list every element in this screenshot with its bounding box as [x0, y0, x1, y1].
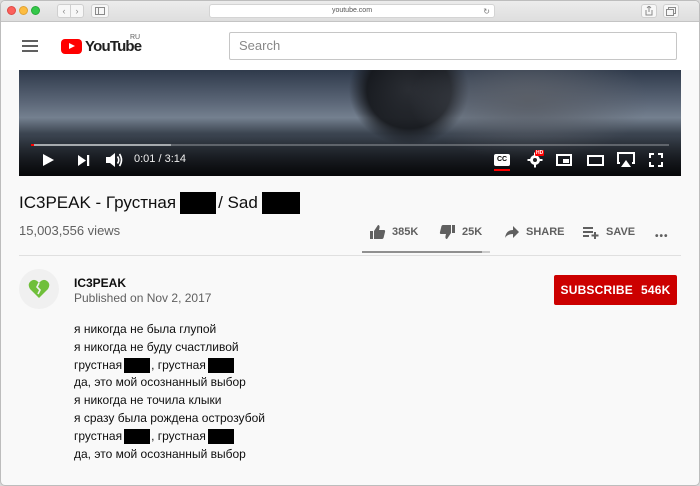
like-count: 385K [392, 226, 419, 238]
captions-button[interactable]: CC [494, 154, 510, 166]
airplay-icon[interactable] [617, 152, 635, 168]
save-button[interactable]: SAVE [583, 223, 635, 241]
description-line: я никогда не буду счастливой [74, 339, 265, 357]
share-label: SHARE [526, 226, 565, 238]
redaction-block [124, 429, 151, 445]
sentiment-like-fill [362, 251, 483, 253]
youtube-play-logo-icon [61, 38, 82, 54]
description-text: я никогда не точила клыки [74, 393, 222, 408]
forward-button[interactable]: › [70, 4, 84, 18]
address-bar[interactable]: youtube.com ↻ [209, 4, 495, 18]
subscribe-button[interactable]: SUBSCRIBE 546K [554, 275, 677, 305]
description-text: я никогда не была глупой [74, 322, 217, 336]
address-url: youtube.com [331, 7, 373, 14]
chevron-left-icon: ‹ [62, 6, 66, 16]
progress-played [31, 144, 35, 146]
share-arrow-icon [505, 226, 519, 238]
divider [19, 255, 681, 256]
description-text: , грустная [151, 428, 206, 443]
video-description: я никогда не была глупой я никогда не бу… [74, 321, 265, 463]
channel-name[interactable]: IC3PEAK [74, 276, 126, 290]
description-line: грустная , грустная [74, 357, 265, 375]
browser-window: ‹ › youtube.com ↻ YouTube RU Search 0:01… [0, 0, 700, 486]
subscriber-count: 546K [640, 283, 671, 297]
playlist-add-icon [583, 227, 599, 239]
description-text: грустная [74, 428, 123, 443]
thumbs-down-icon [439, 225, 455, 239]
description-line: да, это мой осознанный выбор [74, 374, 265, 392]
sidebar-icon [95, 7, 105, 15]
redaction-block [261, 192, 300, 214]
video-title-part1: IC3PEAK - Грустная [19, 193, 177, 212]
zoom-window-button[interactable] [31, 6, 40, 15]
search-input[interactable]: Search [229, 32, 677, 60]
redaction-block [180, 192, 217, 214]
chevron-right-icon: › [75, 6, 79, 16]
description-text: , грустная [151, 357, 206, 372]
time-display: 0:01 / 3:14 [134, 153, 186, 165]
publish-date: Published on Nov 2, 2017 [74, 291, 212, 305]
redaction-block [207, 357, 234, 373]
video-title-part2: / Sad [218, 193, 258, 212]
dislike-button[interactable]: 25K [439, 223, 482, 241]
sentiment-bar [362, 251, 490, 253]
description-line: я сразу была рождена острозубой [74, 410, 265, 428]
tabs-icon [666, 7, 676, 16]
avatar[interactable] [19, 269, 59, 309]
close-window-button[interactable] [7, 6, 16, 15]
minimize-window-button[interactable] [19, 6, 28, 15]
description-line: я никогда не была глупой [74, 321, 265, 339]
more-actions-button[interactable]: ••• [655, 227, 669, 245]
volume-icon[interactable] [105, 152, 123, 168]
more-icon: ••• [655, 230, 669, 242]
video-player[interactable]: 0:01 / 3:14 CC HD [19, 70, 681, 176]
redaction-block [207, 429, 234, 445]
reload-icon[interactable]: ↻ [483, 6, 490, 18]
tab-overview-button[interactable] [663, 4, 679, 18]
share-icon [645, 5, 653, 16]
description-text: я никогда не буду счастливой [74, 339, 239, 354]
description-text: да, это мой осознанный выбор [74, 375, 246, 390]
save-label: SAVE [606, 226, 636, 238]
play-icon[interactable] [43, 154, 54, 166]
youtube-header: YouTube RU Search [1, 22, 699, 70]
miniplayer-icon[interactable] [556, 154, 572, 166]
description-line: я никогда не точила клыки [74, 392, 265, 410]
browser-toolbar: ‹ › youtube.com ↻ [1, 1, 699, 22]
sidebar-toggle-button[interactable] [91, 4, 109, 18]
hd-badge: HD [535, 150, 545, 156]
video-title: IC3PEAK - Грустная / Sad [19, 192, 300, 214]
dislike-count: 25K [462, 226, 483, 238]
browser-share-button[interactable] [641, 4, 657, 18]
broken-heart-icon [28, 279, 50, 298]
share-button[interactable]: SHARE [504, 223, 565, 241]
view-count: 15,003,556 views [19, 223, 121, 238]
like-button[interactable]: 385K [369, 223, 418, 241]
back-button[interactable]: ‹ [57, 4, 71, 18]
logo-region: RU [130, 34, 141, 41]
description-line: да, это мой осознанный выбор [74, 446, 265, 464]
captions-active-indicator [494, 169, 510, 171]
thumbs-up-icon [370, 225, 386, 239]
next-icon[interactable] [77, 154, 90, 167]
theater-mode-icon[interactable] [587, 155, 604, 166]
description-line: грустная , грустная [74, 428, 265, 446]
subscribe-label: SUBSCRIBE [560, 283, 633, 297]
progress-buffered [31, 144, 172, 146]
menu-icon[interactable] [22, 40, 38, 52]
redaction-block [124, 357, 151, 373]
description-text: да, это мой осознанный выбор [74, 446, 246, 461]
progress-bar[interactable] [31, 144, 669, 146]
description-text: я сразу была рождена острозубой [74, 410, 265, 425]
description-text: грустная [74, 357, 123, 372]
fullscreen-icon[interactable] [649, 153, 663, 167]
